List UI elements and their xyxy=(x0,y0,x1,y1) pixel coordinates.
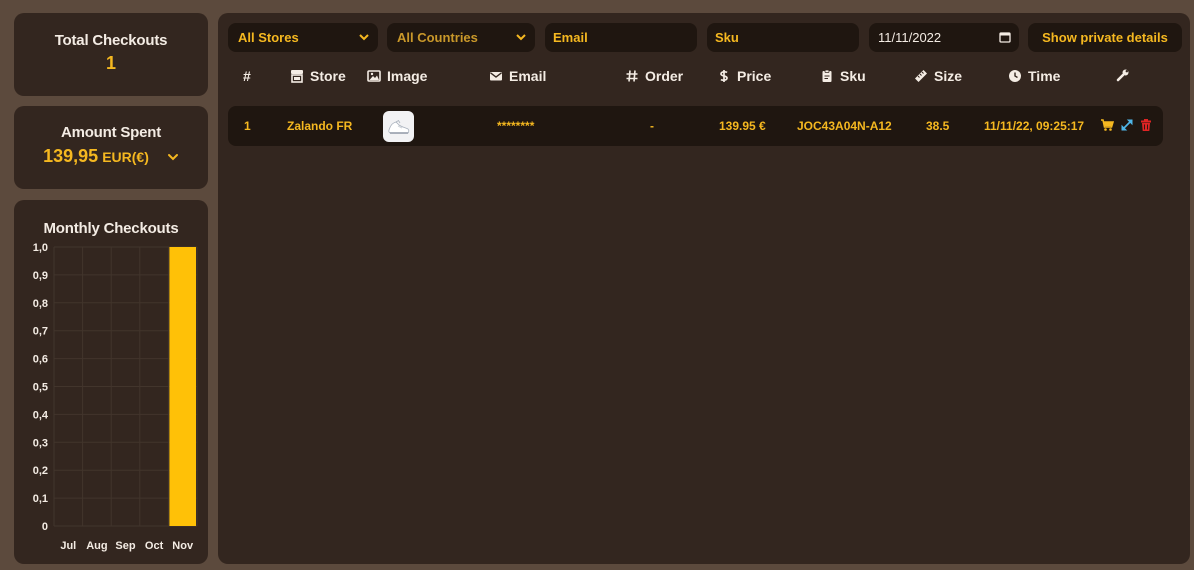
cell-sku: JOC43A04N-A12 xyxy=(797,119,892,133)
amount-spent-card: Amount Spent 139,95 EUR(€) xyxy=(14,106,208,189)
table-row[interactable]: 1 Zalando FR ******** - 139.95 € JOC43A0… xyxy=(228,106,1163,146)
x-tick-label: Oct xyxy=(145,540,164,552)
header-price-label: Price xyxy=(737,68,772,84)
clock-icon xyxy=(1009,70,1021,82)
y-tick-label: 0,7 xyxy=(33,326,48,338)
cell-size: 38.5 xyxy=(926,119,950,133)
monthly-checkouts-chart: 0 0,1 0,2 0,3 0,4 0,5 0,6 0,7 0,8 0,9 1,0 Jul Aug Sep… xyxy=(33,242,198,552)
y-tick-label: 0 xyxy=(42,521,48,533)
bar xyxy=(169,247,196,526)
sneaker-image xyxy=(388,119,410,134)
y-tick-label: 1,0 xyxy=(33,242,48,254)
amount-spent-value: 139,95 xyxy=(43,146,99,166)
monthly-checkouts-card: Monthly Checkouts 0 0,1 0,2 0,3 0,4 0,5 0,6 0,7… xyxy=(14,200,208,564)
y-tick-label: 0,8 xyxy=(33,298,48,310)
total-checkouts-value: 1 xyxy=(105,53,116,73)
currency-selector[interactable]: EUR(€) xyxy=(102,149,149,165)
total-checkouts-card: Total Checkouts 1 xyxy=(14,13,208,96)
cell-index: 1 xyxy=(244,119,251,133)
email-input[interactable] xyxy=(545,23,697,52)
header-email-label: Email xyxy=(509,68,547,84)
y-tick-label: 0,4 xyxy=(33,409,49,421)
envelope-icon xyxy=(490,72,502,81)
image-icon xyxy=(367,70,381,82)
checkouts-panel: All Stores All Countries 11/11/2022 Show… xyxy=(218,13,1190,564)
wrench-icon xyxy=(1116,69,1129,82)
x-tick-label: Jul xyxy=(60,540,76,552)
header-size: Size xyxy=(914,68,962,84)
store-icon xyxy=(291,70,303,83)
date-input[interactable]: 11/11/2022 xyxy=(878,30,941,45)
cell-email: ******** xyxy=(497,119,535,133)
header-sku: Sku xyxy=(820,68,866,84)
total-checkouts-label: Total Checkouts xyxy=(54,32,168,49)
cell-price: 139.95 € xyxy=(719,119,766,133)
y-tick-label: 0,1 xyxy=(33,493,48,505)
trash-icon[interactable] xyxy=(1139,118,1153,132)
header-time-label: Time xyxy=(1028,68,1061,84)
cell-time: 11/11/22, 09:25:17 xyxy=(984,119,1085,133)
country-filter[interactable]: All Countries xyxy=(387,23,535,52)
chevron-down-icon[interactable] xyxy=(167,150,179,162)
header-order: Order xyxy=(625,68,683,84)
header-price: Price xyxy=(717,68,771,84)
x-tick-label: Sep xyxy=(115,540,135,552)
email-filter[interactable] xyxy=(545,23,697,52)
header-email: Email xyxy=(489,68,546,84)
y-tick-label: 0,2 xyxy=(33,465,48,477)
x-tick-label: Nov xyxy=(172,540,194,552)
header-index: # xyxy=(243,68,251,84)
header-store: Store xyxy=(290,68,346,84)
y-tick-label: 0,3 xyxy=(33,437,48,449)
y-tick-label: 0,6 xyxy=(33,354,48,366)
x-tick-label: Aug xyxy=(86,540,107,552)
product-thumbnail[interactable] xyxy=(383,111,414,142)
sku-input[interactable] xyxy=(707,23,859,52)
sku-filter[interactable] xyxy=(707,23,859,52)
calendar-icon[interactable] xyxy=(999,31,1011,43)
amount-spent-row: 139,95 EUR(€) xyxy=(14,146,208,167)
cart-icon[interactable] xyxy=(1100,118,1114,132)
header-time: Time xyxy=(1008,68,1060,84)
store-select[interactable]: All Stores xyxy=(228,23,378,52)
dollar-icon xyxy=(720,70,728,82)
ruler-icon xyxy=(915,70,927,82)
header-order-label: Order xyxy=(645,68,684,84)
header-index-label: # xyxy=(243,68,251,84)
date-filter[interactable]: 11/11/2022 xyxy=(869,23,1019,52)
header-actions xyxy=(1116,68,1130,82)
amount-spent-label: Amount Spent xyxy=(60,124,162,141)
y-tick-label: 0,5 xyxy=(33,382,48,394)
header-image-label: Image xyxy=(387,68,428,84)
header-sku-label: Sku xyxy=(840,68,866,84)
expand-icon[interactable] xyxy=(1120,118,1134,132)
tag-icon xyxy=(822,69,832,82)
hashtag-icon xyxy=(626,70,638,82)
header-image: Image xyxy=(367,68,427,84)
country-select[interactable]: All Countries xyxy=(387,23,535,52)
show-private-details-button[interactable]: Show private details xyxy=(1028,23,1182,52)
header-size-label: Size xyxy=(934,68,963,84)
cell-store: Zalando FR xyxy=(287,119,353,133)
store-filter[interactable]: All Stores xyxy=(228,23,378,52)
header-store-label: Store xyxy=(310,68,346,84)
y-tick-label: 0,9 xyxy=(33,270,48,282)
cell-order: - xyxy=(650,119,654,133)
